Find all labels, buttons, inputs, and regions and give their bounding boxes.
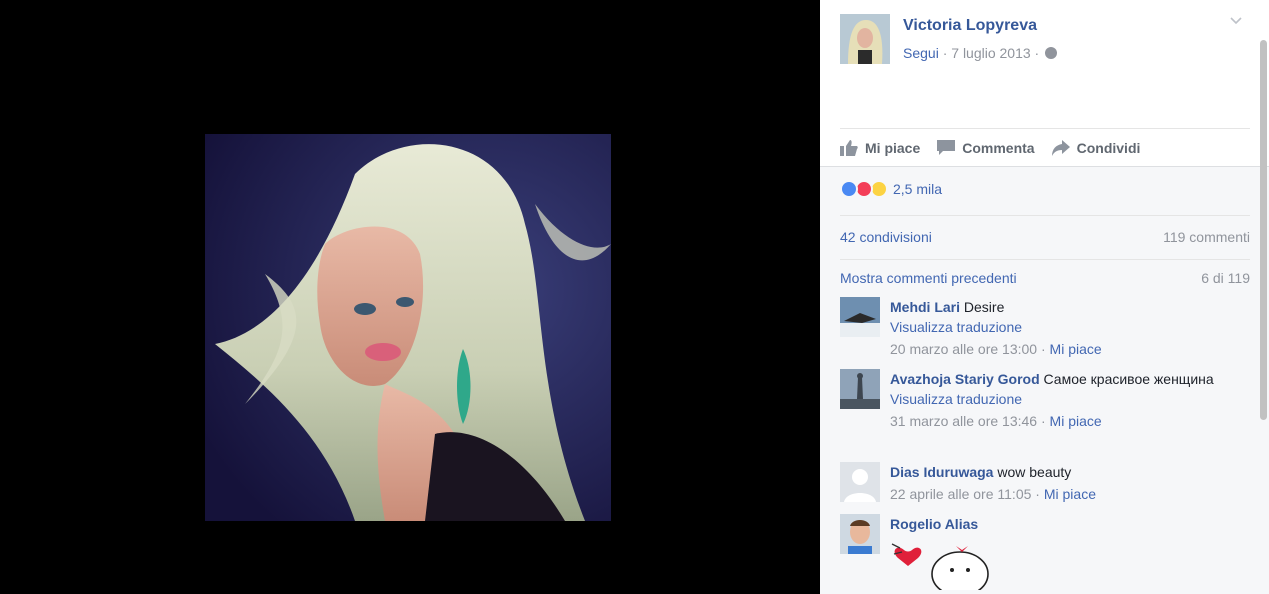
- meta-separator: ·: [1037, 413, 1050, 429]
- comment-date[interactable]: 20 marzo alle ore 13:00: [890, 341, 1037, 357]
- heart-sticker-icon: [891, 543, 989, 590]
- comment-meta: 20 marzo alle ore 13:00 · Mi piace: [890, 339, 1230, 359]
- author-avatar[interactable]: [840, 14, 890, 64]
- comment-body: Mehdi Lari Desire Visualizza traduzione …: [890, 297, 1230, 359]
- comment-body: Dias Iduruwaga wow beauty 22 aprile alle…: [890, 462, 1230, 504]
- comment-like-link[interactable]: Mi piace: [1050, 341, 1102, 357]
- post-panel: Victoria Lopyreva Segui · 7 luglio 2013 …: [820, 0, 1269, 594]
- shares-count[interactable]: 42 condivisioni: [840, 229, 932, 245]
- post-date[interactable]: 7 luglio 2013: [951, 45, 1030, 61]
- follow-link[interactable]: Segui: [903, 45, 939, 61]
- post-photo[interactable]: [205, 134, 611, 521]
- photo-viewer: [0, 0, 820, 594]
- like-label: Mi piace: [865, 140, 921, 156]
- comments-progress: 6 di 119: [1201, 270, 1250, 286]
- thumbs-up-icon: [840, 140, 858, 156]
- comment-like-link[interactable]: Mi piace: [1044, 486, 1096, 502]
- globe-icon: [1045, 47, 1058, 59]
- comment-date[interactable]: 31 marzo alle ore 13:46: [890, 413, 1037, 429]
- commenter-name[interactable]: Dias Iduruwaga: [890, 464, 993, 480]
- comment-text: wow beauty: [997, 464, 1072, 480]
- comment-date[interactable]: 22 aprile alle ore 11:05: [890, 486, 1031, 502]
- like-reaction-icon: [840, 180, 858, 198]
- translate-link[interactable]: Visualizza traduzione: [890, 317, 1230, 337]
- meta-separator: ·: [938, 45, 952, 61]
- comment-bubble-icon: [937, 140, 956, 155]
- comment-label: Commenta: [962, 140, 1035, 156]
- comment-meta: 22 aprile alle ore 11:05 · Mi piace: [890, 484, 1230, 504]
- share-button[interactable]: Condividi: [1051, 140, 1141, 156]
- meta-separator: ·: [1031, 486, 1044, 502]
- action-bar: Mi piace Commenta Condividi: [840, 138, 1157, 158]
- commenter-name[interactable]: Rogelio Alias: [890, 516, 978, 532]
- comment-button[interactable]: Commenta: [937, 140, 1035, 156]
- comment-body: Rogelio Alias: [890, 514, 1230, 534]
- author-name[interactable]: Victoria Lopyreva: [903, 17, 1037, 35]
- translate-link[interactable]: Visualizza traduzione: [890, 389, 1230, 409]
- comment-text: Desire: [963, 299, 1005, 315]
- reactions-summary[interactable]: 2,5 mila: [840, 180, 942, 198]
- post-meta: Segui · 7 luglio 2013 ·: [903, 45, 1058, 61]
- meta-separator: ·: [1030, 45, 1044, 61]
- meta-separator: ·: [1037, 341, 1050, 357]
- divider: [840, 215, 1250, 216]
- scrollbar[interactable]: [1260, 40, 1267, 420]
- reactions-count[interactable]: 2,5 mila: [893, 181, 942, 197]
- share-arrow-icon: [1051, 140, 1070, 156]
- commenter-name[interactable]: Mehdi Lari: [890, 299, 960, 315]
- commenter-avatar[interactable]: [840, 297, 880, 337]
- comment-body: Avazhoja Stariy Gorod Самое красивое жен…: [890, 369, 1230, 431]
- chevron-down-icon[interactable]: [1230, 14, 1242, 26]
- comment-meta: 31 marzo alle ore 13:46 · Mi piace: [890, 411, 1230, 431]
- commenter-avatar[interactable]: [840, 462, 880, 502]
- divider: [840, 128, 1250, 129]
- comments-count[interactable]: 119 commenti: [1163, 229, 1250, 245]
- show-previous-comments-link[interactable]: Mostra commenti precedenti: [840, 270, 1017, 286]
- commenter-avatar[interactable]: [840, 369, 880, 409]
- commenter-name[interactable]: Avazhoja Stariy Gorod: [890, 371, 1040, 387]
- divider: [840, 259, 1250, 260]
- share-label: Condividi: [1076, 140, 1141, 156]
- like-button[interactable]: Mi piace: [840, 140, 920, 156]
- commenter-avatar[interactable]: [840, 514, 880, 554]
- comment-like-link[interactable]: Mi piace: [1050, 413, 1102, 429]
- comment-text: Самое красивое женщина: [1043, 371, 1214, 387]
